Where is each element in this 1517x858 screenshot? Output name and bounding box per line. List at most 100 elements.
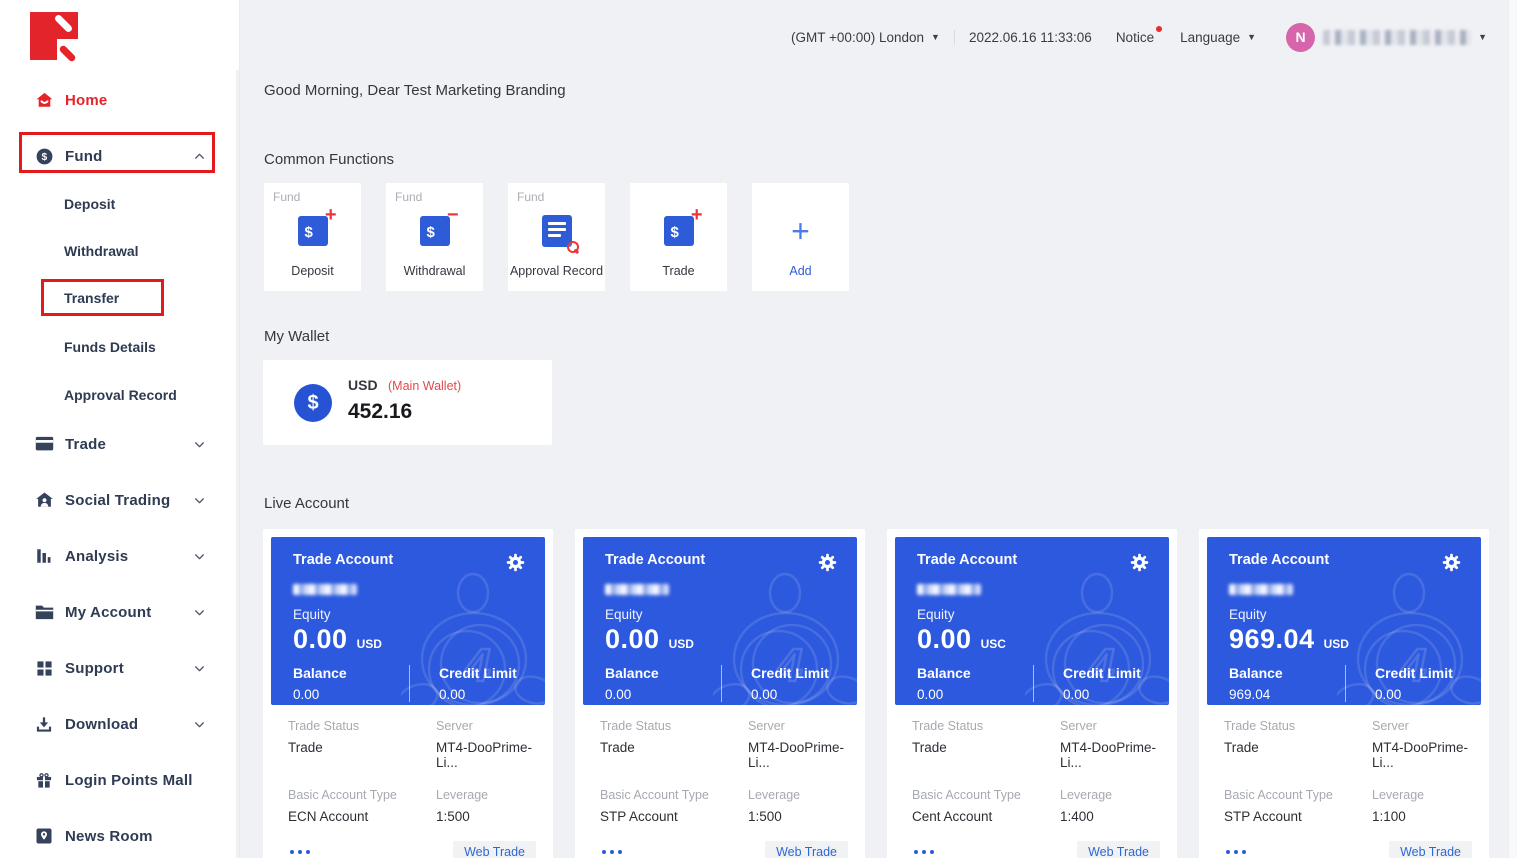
leverage-label: Leverage [1372,788,1472,802]
sidebar-item-deposit[interactable]: Deposit [0,189,240,219]
sidebar-item-my-account[interactable]: My Account [0,592,240,632]
notice-link[interactable]: Notice [1116,30,1154,45]
avatar[interactable]: N [1286,23,1315,52]
wallet-amount: 452.16 [348,400,412,424]
common-function-card-approval-record[interactable]: Fund Approval Record [507,182,606,292]
sidebar-item-trade[interactable]: Trade [0,424,240,464]
sidebar-item-support[interactable]: Support [0,648,240,688]
trade-account-label: Trade Account [293,552,393,568]
web-trade-button[interactable]: Web Trade [1077,841,1160,858]
sidebar-item-withdrawal[interactable]: Withdrawal [0,236,240,266]
sidebar: Home $ Fund Deposit Withdrawal Transfer … [0,0,240,858]
card-category: Fund [395,190,422,204]
username-redacted[interactable] [1323,30,1471,45]
common-function-card-deposit[interactable]: Fund $+ Deposit [263,182,362,292]
card-label: Withdrawal [386,264,483,278]
sidebar-item-download[interactable]: Download [0,704,240,744]
sidebar-item-label: My Account [65,604,151,621]
sidebar-item-analysis[interactable]: Analysis [0,536,240,576]
gear-icon[interactable] [818,553,837,577]
server-label: Server [1372,719,1472,733]
account-type-value: STP Account [1224,809,1372,824]
credit-limit-label: Credit Limit [1063,665,1141,681]
trade-account-card: 4 Trade Account Equity 0.00 USD Balan [263,529,553,858]
trade-account-summary: 4 Trade Account Equity 0.00 USD Balan [583,537,857,705]
live-account-title: Live Account [264,495,349,512]
account-type-label: Basic Account Type [912,788,1060,802]
common-function-card-add[interactable]: + Add [751,182,850,292]
sidebar-item-label: News Room [65,828,153,845]
trade-account-card: 4 Trade Account Equity 0.00 USC Balan [887,529,1177,858]
timezone-selector[interactable]: (GMT +00:00) London ▼ [791,30,940,45]
svg-text:$: $ [41,152,47,163]
server-label: Server [748,719,848,733]
credit-limit-value: 0.00 [751,687,829,702]
account-type-label: Basic Account Type [1224,788,1372,802]
account-type-value: ECN Account [288,809,436,824]
credit-limit-label: Credit Limit [1375,665,1453,681]
gear-icon[interactable] [1130,553,1149,577]
trade-account-card: 4 Trade Account Equity 0.00 USD Balan [575,529,865,858]
card-divider [1033,665,1034,702]
sidebar-item-label: Transfer [64,290,119,306]
sidebar-item-transfer[interactable]: Transfer [0,283,240,313]
gear-icon[interactable] [506,553,525,577]
web-trade-button[interactable]: Web Trade [765,841,848,858]
download-icon [34,716,54,733]
chevron-down-icon [193,718,206,731]
sidebar-item-home[interactable]: Home [0,80,240,120]
chevron-down-icon [193,662,206,675]
leverage-value: 1:500 [436,809,536,824]
trade-status-value: Trade [288,740,436,755]
more-options-icon[interactable] [912,846,936,858]
card-label: Trade [630,264,727,278]
sidebar-item-funds-details[interactable]: Funds Details [0,332,240,362]
card-divider [409,665,410,702]
card-label: Deposit [264,264,361,278]
sidebar-item-label: Home [65,92,107,109]
my-wallet-title: My Wallet [264,328,329,345]
folder-icon [34,604,54,620]
brand-logo[interactable] [30,12,78,60]
card-divider [721,665,722,702]
common-function-card-trade[interactable]: $+ Trade [629,182,728,292]
deposit-icon: $+ [298,216,328,246]
balance-value: 0.00 [605,687,721,702]
server-value: MT4-DooPrime-Li... [1372,740,1472,770]
common-function-card-withdrawal[interactable]: Fund $− Withdrawal [385,182,484,292]
credit-limit-label: Credit Limit [439,665,517,681]
web-trade-button[interactable]: Web Trade [1389,841,1472,858]
language-selector[interactable]: Language ▼ [1180,30,1256,45]
trade-status-label: Trade Status [288,719,436,733]
sidebar-item-news-room[interactable]: News Room [0,816,240,856]
home-icon [34,91,54,109]
add-icon: + [791,215,810,247]
sidebar-item-social-trading[interactable]: Social Trading [0,480,240,520]
sidebar-item-label: Trade [65,436,106,453]
trade-account-label: Trade Account [1229,552,1329,568]
account-number-redacted [1229,584,1293,595]
news-pin-icon [34,827,54,845]
more-options-icon[interactable] [288,846,312,858]
sidebar-item-label: Download [65,716,138,733]
logo-slash-top [54,14,74,34]
equity-value: 0.00 [605,624,660,655]
sidebar-item-approval-record[interactable]: Approval Record [0,380,240,410]
common-functions-row: Fund $+ Deposit Fund $− Withdrawal Fund … [263,182,850,292]
more-options-icon[interactable] [600,846,624,858]
server-value: MT4-DooPrime-Li... [1060,740,1160,770]
sidebar-item-label: Withdrawal [64,243,139,259]
withdrawal-icon: $− [420,216,450,246]
sidebar-scrollbar[interactable] [236,70,239,858]
main-scrollbar[interactable] [1508,0,1517,858]
web-trade-button[interactable]: Web Trade [453,841,536,858]
trade-card-icon [34,436,54,452]
sidebar-item-login-points-mall[interactable]: Login Points Mall [0,760,240,800]
sidebar-item-fund[interactable]: $ Fund [0,136,240,176]
more-options-icon[interactable] [1224,846,1248,858]
gear-icon[interactable] [1442,553,1461,577]
chevron-down-icon: ▼ [1478,32,1487,42]
chevron-down-icon: ▼ [931,32,940,42]
equity-currency: USD [669,637,694,651]
equity-label: Equity [605,607,837,622]
